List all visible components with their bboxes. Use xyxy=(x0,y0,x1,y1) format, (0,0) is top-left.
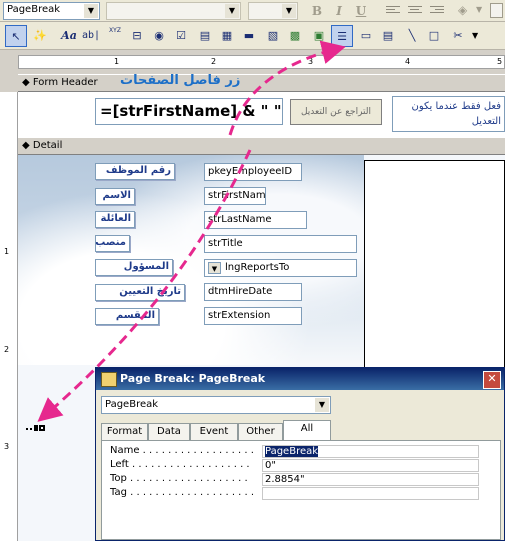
annotation-arrow-toolbar xyxy=(228,40,346,136)
annotation-arrow-marker xyxy=(37,149,252,422)
annotation-overlay xyxy=(37,40,346,422)
